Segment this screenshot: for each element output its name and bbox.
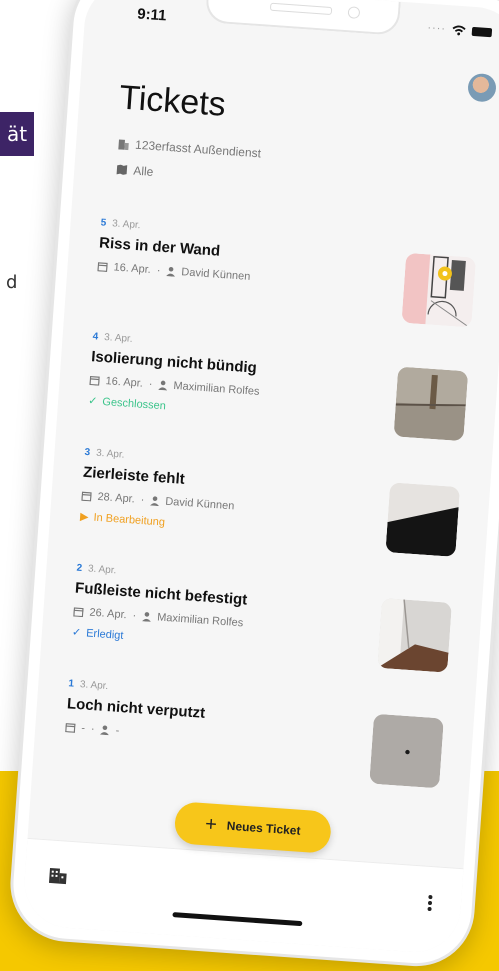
status-icons: ···· bbox=[426, 21, 493, 38]
filter-selector[interactable]: Alle bbox=[116, 162, 154, 179]
ticket-number: 4 bbox=[92, 331, 99, 343]
separator-dot: · bbox=[148, 378, 153, 391]
phone-notch bbox=[204, 0, 401, 36]
new-ticket-label: Neues Ticket bbox=[226, 818, 301, 838]
more-vertical-icon bbox=[427, 895, 433, 912]
wifi-icon bbox=[452, 25, 466, 35]
person-icon bbox=[100, 725, 110, 736]
ticket-card[interactable]: 3 3. Apr. Zierleiste fehlt 28. Apr. · Da… bbox=[77, 447, 471, 586]
ticket-created-date: 3. Apr. bbox=[111, 218, 141, 232]
side-letter: d bbox=[6, 272, 18, 293]
side-tag: ät bbox=[0, 112, 34, 156]
ticket-thumbnail-hole bbox=[369, 713, 444, 789]
calendar-icon bbox=[81, 491, 92, 502]
ticket-thumbnail-corner bbox=[385, 482, 461, 557]
page-title: Tickets bbox=[118, 78, 227, 124]
checkmark-icon: ✓ bbox=[71, 626, 82, 640]
ticket-due-date: 16. Apr. bbox=[113, 261, 152, 277]
ticket-card[interactable]: 2 3. Apr. Fußleiste nicht befestigt 26. … bbox=[69, 563, 463, 702]
map-icon bbox=[116, 164, 128, 175]
signal-icon: ···· bbox=[426, 21, 447, 36]
ticket-thumbnail-floorplan bbox=[401, 252, 477, 328]
speaker-grille bbox=[269, 2, 333, 16]
ticket-due-date: 16. Apr. bbox=[105, 375, 144, 390]
person-icon bbox=[158, 380, 168, 391]
ticket-thumbnail-floor bbox=[377, 597, 452, 673]
ticket-number: 5 bbox=[100, 217, 107, 229]
calendar-icon bbox=[89, 375, 100, 386]
ticket-due-date: 26. Apr. bbox=[89, 606, 128, 622]
separator-dot: · bbox=[156, 264, 161, 277]
app-screen: 9:11 ···· Tickets 123erfasst Außendienst… bbox=[21, 0, 499, 956]
user-avatar[interactable] bbox=[467, 72, 497, 103]
calendar-icon bbox=[65, 723, 76, 733]
ticket-due-date: - bbox=[80, 722, 86, 735]
ticket-number: 2 bbox=[76, 562, 83, 574]
separator-dot: · bbox=[140, 493, 145, 507]
front-camera bbox=[347, 6, 361, 19]
company-name: 123erfasst Außendienst bbox=[134, 137, 262, 161]
office-building-icon bbox=[48, 867, 67, 885]
separator-dot: · bbox=[90, 722, 96, 736]
filter-label: Alle bbox=[132, 163, 154, 179]
status-time: 9:11 bbox=[136, 5, 168, 25]
plus-icon: + bbox=[204, 812, 218, 836]
ticket-created-date: 3. Apr. bbox=[79, 679, 109, 693]
more-options-button[interactable] bbox=[426, 894, 434, 917]
new-ticket-button[interactable]: + Neues Ticket bbox=[173, 801, 333, 854]
ticket-assignee: David Künnen bbox=[180, 266, 251, 283]
battery-icon bbox=[471, 26, 493, 37]
company-selector[interactable]: 123erfasst Außendienst bbox=[118, 136, 262, 160]
office-button[interactable] bbox=[48, 867, 67, 889]
ticket-card[interactable]: 1 3. Apr. Loch nicht verputzt - · - bbox=[61, 678, 455, 817]
building-icon bbox=[118, 138, 129, 150]
checkmark-icon: ✓ bbox=[87, 394, 98, 408]
play-icon: ▶ bbox=[79, 510, 89, 524]
ticket-assignee: Maximilian Rolfes bbox=[156, 611, 244, 630]
ticket-assignee: - bbox=[115, 724, 120, 737]
ticket-due-date: 28. Apr. bbox=[97, 490, 136, 506]
ticket-thumbnail-wall bbox=[393, 366, 469, 442]
phone-mockup: 9:11 ···· Tickets 123erfasst Außendienst… bbox=[6, 0, 499, 971]
person-icon bbox=[166, 266, 176, 277]
ticket-created-date: 3. Apr. bbox=[103, 331, 133, 345]
calendar-icon bbox=[97, 262, 108, 272]
ticket-created-date: 3. Apr. bbox=[87, 563, 117, 577]
ticket-assignee: Maximilian Rolfes bbox=[173, 379, 260, 398]
ticket-number: 3 bbox=[84, 446, 91, 459]
person-icon bbox=[150, 496, 160, 507]
ticket-status-label: In Bearbeitung bbox=[93, 511, 166, 529]
ticket-status-label: Geschlossen bbox=[101, 395, 167, 412]
ticket-assignee: David Künnen bbox=[164, 495, 235, 513]
home-indicator bbox=[172, 912, 303, 927]
ticket-number: 1 bbox=[68, 678, 75, 690]
separator-dot: · bbox=[132, 609, 137, 622]
person-icon bbox=[141, 612, 151, 622]
ticket-created-date: 3. Apr. bbox=[95, 447, 125, 461]
side-tag-text: ät bbox=[6, 122, 28, 146]
ticket-status-label: Erledigt bbox=[85, 626, 124, 642]
calendar-icon bbox=[73, 607, 84, 618]
